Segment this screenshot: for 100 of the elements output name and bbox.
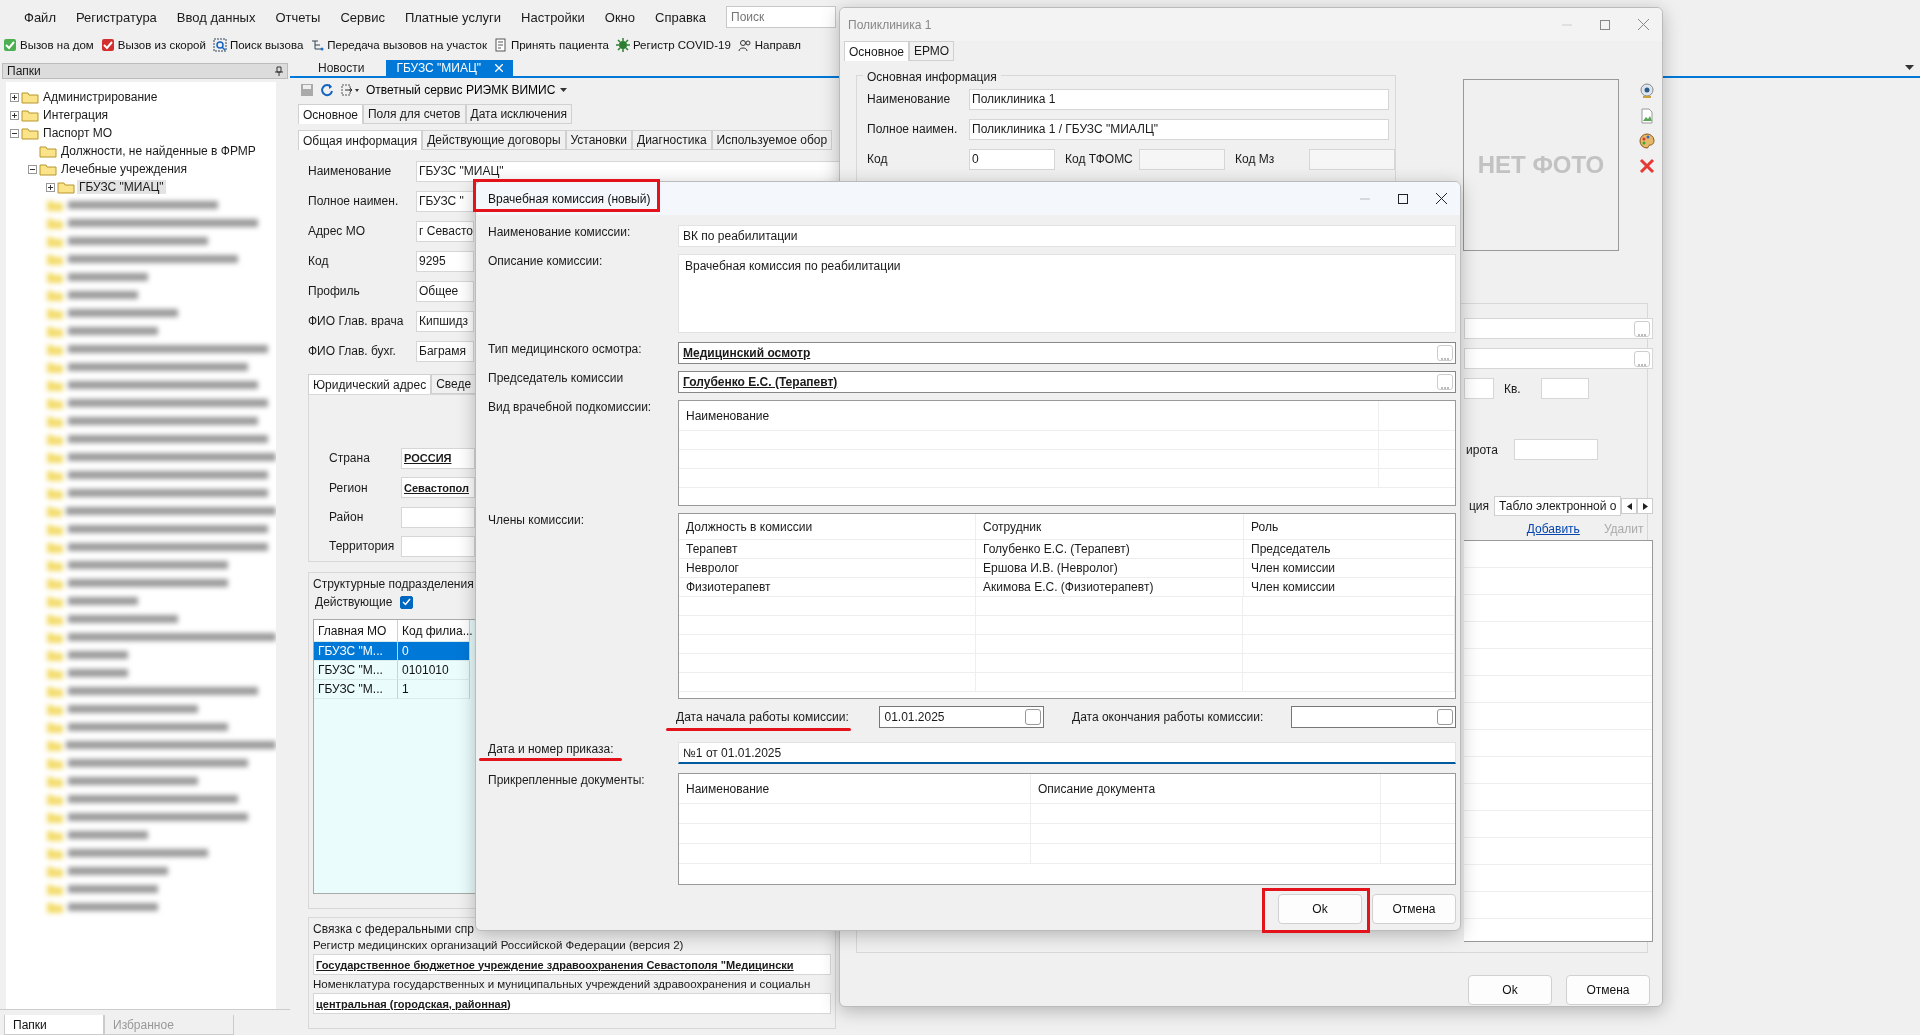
collapse-icon[interactable] <box>10 128 19 138</box>
dialog-button[interactable]: Отмена <box>1566 975 1650 1005</box>
table-row[interactable]: ГБУЗС "М... 0101010 <box>314 661 830 680</box>
menu-item[interactable]: Окно <box>594 9 646 25</box>
document-tab[interactable]: ГБУЗС "МИАЦ" <box>386 60 514 76</box>
toolbar-button[interactable]: Вызов из скорой <box>99 38 207 52</box>
text-field[interactable] <box>1309 148 1395 170</box>
lookup-field[interactable]: центральная (городская, районная) <box>313 993 831 1014</box>
text-field[interactable] <box>401 506 475 528</box>
tree-item[interactable]: Должности, не найденные в ФРМР <box>59 144 258 158</box>
tree-item[interactable]: ГБУЗС "МИАЦ" <box>77 180 166 194</box>
browse-button[interactable] <box>1634 350 1651 367</box>
text-field[interactable] <box>1513 439 1598 460</box>
tab[interactable]: Юридический адрес <box>308 374 432 394</box>
image-file-icon[interactable] <box>1639 108 1655 124</box>
column-header[interactable]: Главная МО <box>314 620 398 642</box>
expand-icon[interactable] <box>10 110 19 120</box>
search-field[interactable]: Поиск <box>726 6 836 28</box>
lookup-field[interactable]: Государственное бюджетное учреждение здравоохранения Севастополя "Медицински <box>313 954 831 975</box>
text-field[interactable]: 0 <box>969 148 1055 170</box>
toolbar-button[interactable]: Передача вызовов на участок <box>309 38 488 52</box>
dialog-button[interactable]: Отмена <box>1372 894 1456 924</box>
tree-item[interactable]: Лечебные учреждения <box>59 162 190 176</box>
text-field[interactable]: 9295 <box>416 250 474 272</box>
expand-icon[interactable] <box>46 182 55 192</box>
toolbar-button[interactable]: Регистр COVID-19 <box>614 38 732 52</box>
close-icon[interactable] <box>495 64 504 72</box>
text-field[interactable]: ГБУЗС " <box>416 190 474 212</box>
tree-item[interactable]: Интеграция <box>41 108 111 122</box>
action-link[interactable]: Добавить <box>1526 522 1580 536</box>
text-field[interactable] <box>401 535 475 557</box>
lookup-field[interactable] <box>1464 318 1654 339</box>
toolbar-button[interactable]: Вызов на дом <box>2 38 95 52</box>
tab[interactable]: Диагностика <box>632 130 712 150</box>
menu-item[interactable]: Справка <box>645 9 717 25</box>
collapse-icon[interactable] <box>28 164 37 174</box>
dialog-button[interactable]: Ok <box>1468 975 1552 1005</box>
date-checkbox[interactable] <box>1025 709 1042 725</box>
table-row[interactable]: ГБУЗС "М... 0 <box>314 642 830 661</box>
save-icon[interactable] <box>300 83 314 97</box>
text-field[interactable]: №1 от 01.01.2025 <box>678 742 1456 764</box>
tab[interactable]: Установки <box>565 130 632 150</box>
lookup-field[interactable] <box>1464 348 1654 369</box>
text-field[interactable]: Общее <box>416 280 474 302</box>
toolbar-button[interactable]: Поиск вызова <box>211 38 305 52</box>
toolbar-button[interactable]: Принять пациента <box>492 38 610 52</box>
text-area[interactable]: Врачебная комиссия по реабилитации <box>678 254 1456 333</box>
text-field[interactable]: Поликлиника 1 / ГБУЗС "МИАЛЦ" <box>969 118 1389 140</box>
menu-item[interactable]: Настройки <box>511 9 595 25</box>
menu-item[interactable]: Ввод данных <box>166 9 266 25</box>
pin-icon[interactable] <box>275 66 283 76</box>
lookup-field[interactable]: Медицинский осмотр <box>678 342 1456 364</box>
export-icon[interactable] <box>340 83 360 97</box>
menu-item[interactable]: Сервис <box>330 9 395 25</box>
text-field[interactable] <box>1139 148 1225 170</box>
column-header[interactable]: Сотрудник <box>976 514 1244 539</box>
tab[interactable]: Используемое обор <box>711 130 833 150</box>
tree-item[interactable]: Администрирование <box>41 90 160 104</box>
refresh-icon[interactable] <box>320 83 334 97</box>
scroll-right-button[interactable] <box>1637 498 1654 514</box>
tab[interactable]: ция <box>1464 496 1495 516</box>
table-row[interactable]: ГБУЗС "М... 1 <box>314 680 830 699</box>
scroll-left-button[interactable] <box>1621 498 1638 514</box>
expand-icon[interactable] <box>10 92 19 102</box>
browse-button[interactable] <box>1437 374 1453 390</box>
text-field[interactable]: Баграмя <box>416 340 474 362</box>
service-menu[interactable]: Ответный сервис РИЭМК ВИМИС <box>366 83 568 97</box>
dropdown-arrow-icon[interactable] <box>1905 65 1914 71</box>
text-field[interactable]: Севастопол <box>401 477 475 499</box>
browse-button[interactable] <box>1634 320 1651 337</box>
text-field[interactable]: РОССИЯ <box>401 447 475 469</box>
lookup-field[interactable]: Голубенко Е.С. (Терапевт) <box>678 371 1456 393</box>
delete-icon[interactable] <box>1639 158 1655 174</box>
tab[interactable]: Основное <box>298 104 363 124</box>
column-header[interactable]: Описание документа <box>1031 774 1381 803</box>
toolbar-button[interactable]: Направл <box>736 38 803 52</box>
column-header[interactable]: Должность в комиссии <box>679 514 976 539</box>
text-field[interactable] <box>1540 378 1589 399</box>
menu-item[interactable]: Платные услуги <box>394 9 512 25</box>
date-checkbox[interactable] <box>1437 709 1453 725</box>
document-tab[interactable]: Новости <box>296 60 387 76</box>
column-header[interactable]: Роль <box>1244 514 1455 539</box>
menu-item[interactable]: Регистратура <box>65 9 167 25</box>
text-field[interactable]: ГБУЗС "МИАЦ" <box>416 160 842 182</box>
tab[interactable]: Табло электронной о <box>1494 496 1622 516</box>
palette-icon[interactable] <box>1639 133 1655 149</box>
menu-item[interactable]: Отчеты <box>265 9 331 25</box>
tab[interactable]: Действующие договоры <box>422 130 566 150</box>
tab[interactable]: Дата исключения <box>465 104 572 124</box>
text-field[interactable] <box>1464 378 1494 399</box>
webcam-icon[interactable] <box>1639 83 1655 99</box>
date-field[interactable]: 01.01.2025 <box>879 706 1045 728</box>
menu-item[interactable]: Файл <box>14 9 66 25</box>
tab[interactable]: Сведе <box>431 374 477 394</box>
tab[interactable]: Поля для счетов <box>363 104 466 124</box>
tab[interactable]: ЕРМО <box>909 41 955 61</box>
text-field[interactable]: г Севасто <box>416 220 474 242</box>
text-field[interactable]: ВК по реабилитации <box>678 225 1456 247</box>
checkbox[interactable] <box>400 595 414 609</box>
panel-tab[interactable]: Папки <box>4 1015 104 1035</box>
